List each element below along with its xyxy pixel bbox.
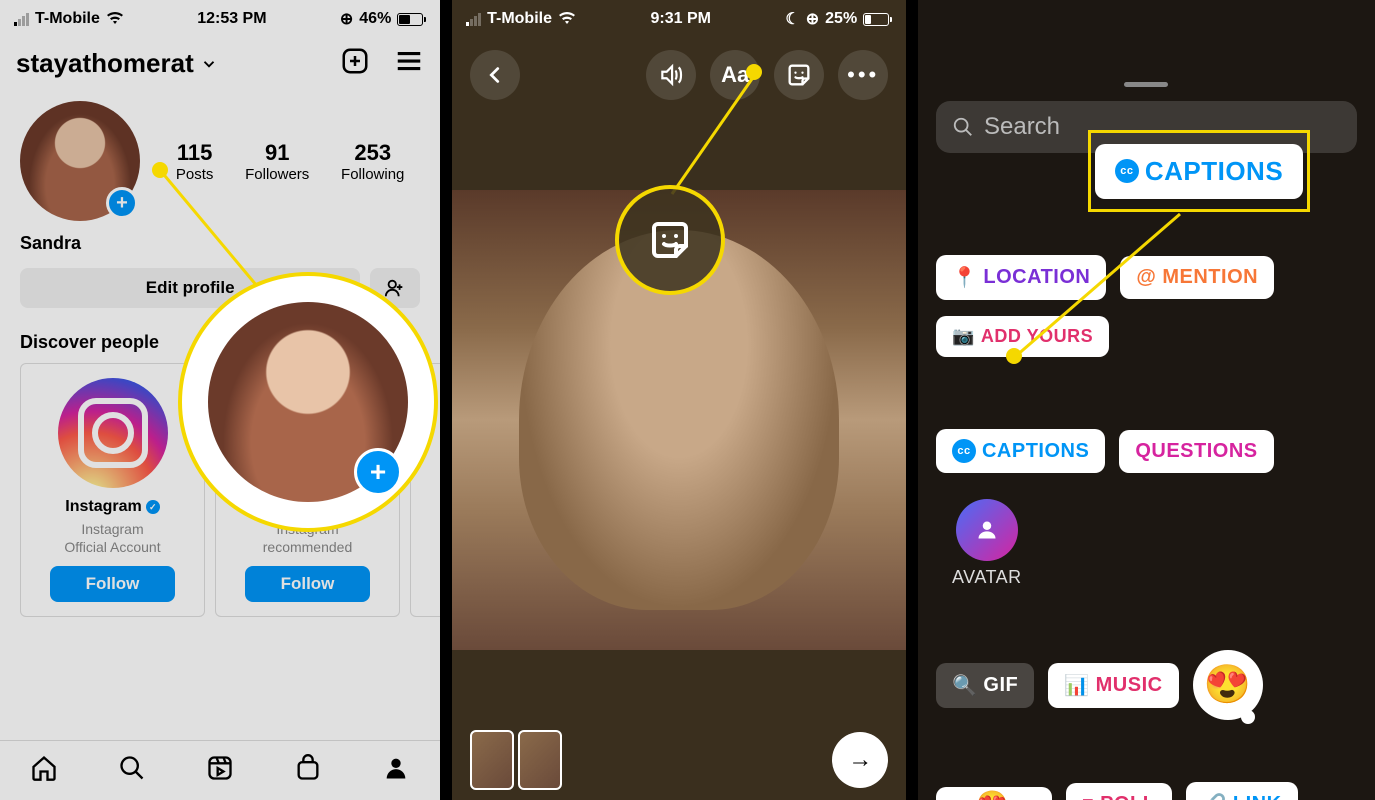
shop-tab[interactable]	[294, 754, 322, 787]
carrier-label: T-Mobile	[487, 10, 552, 28]
more-button[interactable]: •••	[838, 50, 888, 100]
following-stat[interactable]: 253Following	[341, 140, 404, 183]
poll-sticker[interactable]: ≡POLL	[1066, 783, 1172, 800]
addyours-sticker[interactable]: 📷ADD YOURS	[936, 316, 1109, 357]
time-label: 12:53 PM	[197, 10, 266, 28]
display-name: Sandra	[0, 233, 440, 254]
thumbnail[interactable]	[518, 730, 562, 790]
wifi-icon	[558, 9, 576, 30]
search-icon: 🔍	[952, 673, 977, 698]
cc-icon: cc	[1115, 159, 1139, 183]
emoji-sticker[interactable]: 😍	[1193, 650, 1263, 720]
profile-tab[interactable]	[382, 754, 410, 787]
orientation-lock-icon: ⊕	[340, 9, 353, 29]
battery-pct: 46%	[359, 10, 391, 28]
media-thumbnails[interactable]	[470, 730, 562, 790]
suggestion-name: Instagram✓	[35, 498, 190, 516]
battery-pct: 25%	[825, 10, 857, 28]
dnd-icon: ☾	[785, 9, 799, 29]
thumbnail[interactable]	[470, 730, 514, 790]
at-icon: @	[1136, 266, 1156, 289]
followers-stat[interactable]: 91Followers	[245, 140, 309, 183]
sticker-button[interactable]	[774, 50, 824, 100]
suggestion-avatar[interactable]	[58, 378, 168, 488]
avatar-icon	[970, 513, 1004, 547]
chevron-down-icon	[200, 55, 218, 73]
audio-button[interactable]	[646, 50, 696, 100]
carrier-label: T-Mobile	[35, 10, 100, 28]
camera-icon: 📷	[952, 326, 975, 347]
mention-sticker[interactable]: @MENTION	[1120, 256, 1274, 299]
follow-button[interactable]: Follow	[50, 566, 176, 602]
posts-stat[interactable]: 115Posts	[176, 140, 214, 183]
search-icon	[952, 116, 974, 138]
status-bar: T-Mobile 9:31 PM ☾ ⊕ 25%	[452, 0, 906, 38]
annotation-dot	[1006, 348, 1022, 364]
next-button[interactable]: →	[832, 732, 888, 788]
signal-icon	[14, 13, 29, 26]
questions-sticker[interactable]: QUESTIONS	[1119, 430, 1273, 473]
back-button[interactable]	[470, 50, 520, 100]
menu-button[interactable]	[394, 46, 424, 81]
location-sticker[interactable]: 📍LOCATION	[936, 255, 1106, 300]
cc-icon: cc	[952, 439, 976, 463]
sheet-handle[interactable]	[1124, 82, 1168, 87]
link-icon: 🔗	[1202, 792, 1227, 800]
create-post-button[interactable]	[340, 46, 370, 81]
battery-icon	[397, 13, 426, 26]
music-icon: 📊	[1064, 673, 1089, 698]
home-tab[interactable]	[30, 754, 58, 787]
slider-sticker[interactable]: 😍	[936, 787, 1052, 800]
bottom-tabbar	[0, 740, 440, 800]
orientation-lock-icon: ⊕	[806, 9, 819, 29]
gif-sticker[interactable]: 🔍GIF	[936, 663, 1034, 708]
music-sticker[interactable]: 📊MUSIC	[1048, 663, 1178, 708]
battery-icon	[863, 13, 892, 26]
sticker-button-callout	[615, 185, 725, 295]
add-story-plus-icon: +	[354, 448, 402, 496]
phone-screen-sticker-picker: Search 📍LOCATION @MENTION 📷ADD YOURS ccC…	[918, 0, 1375, 800]
profile-header: stayathomerat	[0, 38, 440, 89]
phone-screen-story-editor: T-Mobile 9:31 PM ☾ ⊕ 25% Aa ••• →	[452, 0, 906, 800]
follow-button[interactable]: Follow	[245, 566, 371, 602]
suggestion-subtitle: InstagramOfficial Account	[35, 520, 190, 556]
profile-avatar[interactable]: +	[20, 101, 140, 221]
captions-callout: ccCAPTIONS	[1088, 130, 1310, 212]
annotation-dot	[746, 64, 762, 80]
avatar-callout: +	[178, 272, 438, 532]
story-toolbar: Aa •••	[452, 38, 906, 112]
captions-sticker[interactable]: ccCAPTIONS	[936, 429, 1105, 473]
time-label: 9:31 PM	[650, 10, 710, 28]
link-sticker[interactable]: 🔗LINK	[1186, 782, 1298, 800]
username-dropdown[interactable]: stayathomerat	[16, 48, 218, 79]
reels-tab[interactable]	[206, 754, 234, 787]
signal-icon	[466, 13, 481, 26]
sticker-icon	[646, 216, 694, 264]
annotation-dot	[152, 162, 168, 178]
poll-icon: ≡	[1082, 793, 1094, 800]
status-bar: T-Mobile 12:53 PM ⊕ 46%	[0, 0, 440, 38]
add-story-plus-icon[interactable]: +	[106, 187, 138, 219]
avatar-sticker[interactable]: AVATAR	[936, 489, 1038, 598]
search-tab[interactable]	[118, 754, 146, 787]
wifi-icon	[106, 9, 124, 30]
verified-icon: ✓	[146, 500, 160, 514]
pin-icon: 📍	[952, 265, 977, 290]
